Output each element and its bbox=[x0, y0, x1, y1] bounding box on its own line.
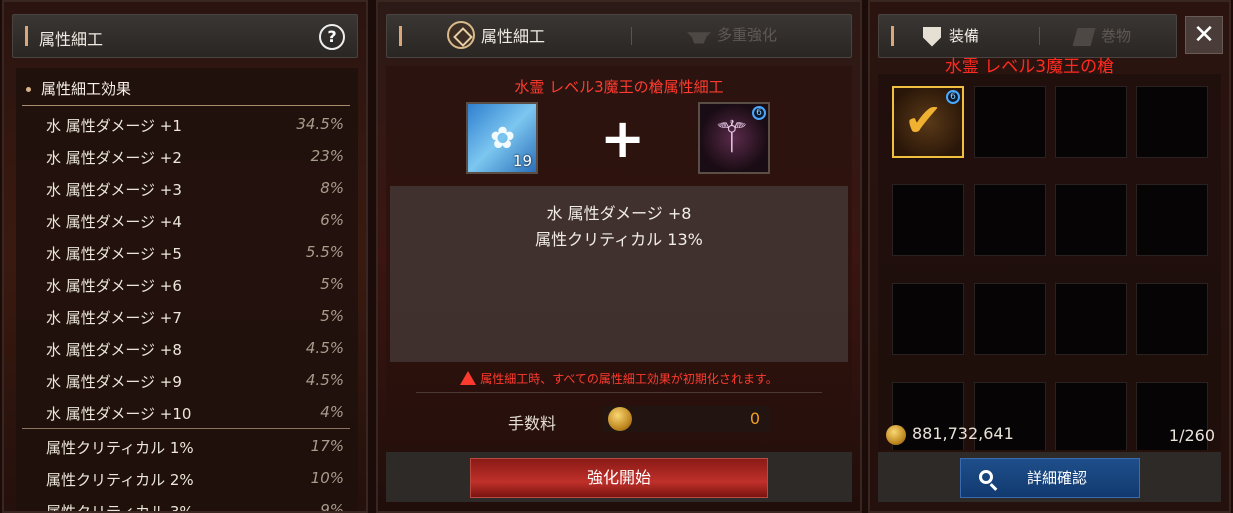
coin-icon bbox=[886, 424, 906, 445]
inventory-slot[interactable] bbox=[974, 283, 1046, 355]
effect-row: 水 属性ダメージ +6 5% bbox=[46, 275, 344, 295]
water-scroll-icon: ✿ bbox=[490, 121, 516, 156]
enhance-badge: 6 bbox=[946, 90, 960, 104]
inventory-slot[interactable] bbox=[1055, 283, 1127, 355]
material-count: 19 bbox=[512, 152, 532, 170]
result-line: 属性クリティカル 13% bbox=[535, 230, 703, 249]
inventory-panel: 装備 巻物 ✕ 水霊 レベル3魔王の槍 ✔ 6 881,732,641 1/26… bbox=[868, 0, 1231, 513]
inventory-slot[interactable] bbox=[1055, 184, 1127, 256]
inventory-slot-selected[interactable]: ✔ 6 bbox=[892, 86, 964, 158]
gold-balance: 881,732,641 bbox=[886, 424, 1014, 445]
spear-icon: ⚚ bbox=[712, 112, 752, 163]
anvil-icon bbox=[687, 32, 711, 44]
crafting-tabs: 属性細工 多重強化 bbox=[386, 14, 852, 58]
inventory-slot[interactable] bbox=[1055, 382, 1127, 450]
warning-message: 属性細工時、すべての属性細工効果が初期化されます。 bbox=[386, 370, 852, 387]
header-accent-bar bbox=[891, 26, 894, 46]
crafting-body: 水霊 レベル3魔王の槍属性細工 ✿ 19 + ⚚ 6 水 属性ダメージ +8 属… bbox=[386, 66, 852, 440]
crit-effect-row: 属性クリティカル 1% 17% bbox=[46, 437, 344, 457]
crafting-panel: 属性細工 多重強化 水霊 レベル3魔王の槍属性細工 ✿ 19 + ⚚ 6 水 属… bbox=[376, 0, 862, 513]
header-accent-bar bbox=[25, 26, 28, 46]
close-icon[interactable]: ✕ bbox=[1185, 16, 1223, 54]
material-slot[interactable]: ✿ 19 bbox=[466, 102, 538, 174]
effect-row: 水 属性ダメージ +2 23% bbox=[46, 147, 344, 167]
crit-effect-row: 属性クリティカル 2% 10% bbox=[46, 469, 344, 489]
craft-tab-icon bbox=[447, 21, 475, 49]
header-accent-bar bbox=[399, 26, 402, 46]
weapon-slot[interactable]: ⚚ 6 bbox=[698, 102, 770, 174]
fee-label: 手数料 bbox=[508, 414, 557, 433]
bullet-icon bbox=[26, 87, 31, 92]
effect-row: 水 属性ダメージ +10 4% bbox=[46, 403, 344, 423]
search-icon bbox=[979, 470, 993, 484]
effect-row: 水 属性ダメージ +3 8% bbox=[46, 179, 344, 199]
tab-scrolls[interactable]: 巻物 bbox=[1072, 25, 1131, 46]
inventory-slot[interactable] bbox=[1055, 86, 1127, 158]
divider bbox=[22, 105, 350, 106]
tab-divider bbox=[1039, 27, 1040, 45]
effects-panel-header: 属性細工 ? bbox=[12, 14, 358, 58]
fee-display: 0 bbox=[604, 406, 770, 432]
warning-icon bbox=[460, 371, 477, 385]
tab-divider bbox=[631, 27, 632, 45]
effect-row: 水 属性ダメージ +1 34.5% bbox=[46, 115, 344, 135]
effect-row: 水 属性ダメージ +8 4.5% bbox=[46, 339, 344, 359]
start-enhance-button[interactable]: 強化開始 bbox=[470, 458, 768, 498]
result-preview: 水 属性ダメージ +8 属性クリティカル 13% bbox=[390, 186, 848, 362]
effect-row: 水 属性ダメージ +9 4.5% bbox=[46, 371, 344, 391]
help-icon[interactable]: ? bbox=[319, 24, 345, 50]
inventory-slot[interactable] bbox=[1136, 86, 1208, 158]
divider bbox=[416, 392, 822, 393]
effect-row: 水 属性ダメージ +5 5.5% bbox=[46, 243, 344, 263]
effects-list[interactable]: 属性細工効果 水 属性ダメージ +1 34.5% 水 属性ダメージ +2 23% 水… bbox=[16, 68, 358, 511]
divider bbox=[22, 428, 350, 429]
result-line: 水 属性ダメージ +8 bbox=[546, 204, 692, 223]
inventory-slot[interactable] bbox=[892, 184, 964, 256]
plus-icon: + bbox=[600, 107, 646, 170]
inventory-capacity: 1/260 bbox=[1168, 426, 1215, 445]
item-title: 水霊 レベル3魔王の槍属性細工 bbox=[514, 78, 724, 96]
effect-row: 水 属性ダメージ +4 6% bbox=[46, 211, 344, 231]
coin-icon bbox=[608, 407, 632, 431]
effects-title: 属性細工効果 bbox=[26, 78, 131, 99]
start-button-bar: 強化開始 bbox=[386, 452, 852, 502]
inventory-slot[interactable] bbox=[974, 184, 1046, 256]
tab-attribute-craft[interactable]: 属性細工 bbox=[447, 21, 545, 49]
detail-button-bar: 詳細確認 bbox=[878, 452, 1221, 502]
inventory-slot[interactable] bbox=[1136, 184, 1208, 256]
tab-multi-enhance[interactable]: 多重強化 bbox=[687, 24, 777, 45]
inventory-slot[interactable] bbox=[974, 86, 1046, 158]
effect-row: 水 属性ダメージ +7 5% bbox=[46, 307, 344, 327]
crit-effect-row: 属性クリティカル 3%9% bbox=[46, 501, 344, 511]
spear-icon: ✔ bbox=[904, 93, 943, 147]
scroll-icon bbox=[1072, 27, 1096, 46]
inventory-slot[interactable] bbox=[1136, 283, 1208, 355]
effects-panel: 属性細工 ? 属性細工効果 水 属性ダメージ +1 34.5% 水 属性ダメージ … bbox=[2, 0, 368, 513]
tab-equipment[interactable]: 装備 bbox=[923, 25, 979, 47]
detail-check-button[interactable]: 詳細確認 bbox=[960, 458, 1140, 498]
enhance-badge: 6 bbox=[752, 106, 766, 120]
inventory-slot[interactable] bbox=[892, 283, 964, 355]
shield-icon bbox=[923, 26, 941, 47]
inventory-grid[interactable]: ✔ 6 bbox=[878, 74, 1221, 450]
fee-value: 0 bbox=[749, 409, 760, 428]
panel-title: 属性細工 bbox=[39, 30, 104, 49]
